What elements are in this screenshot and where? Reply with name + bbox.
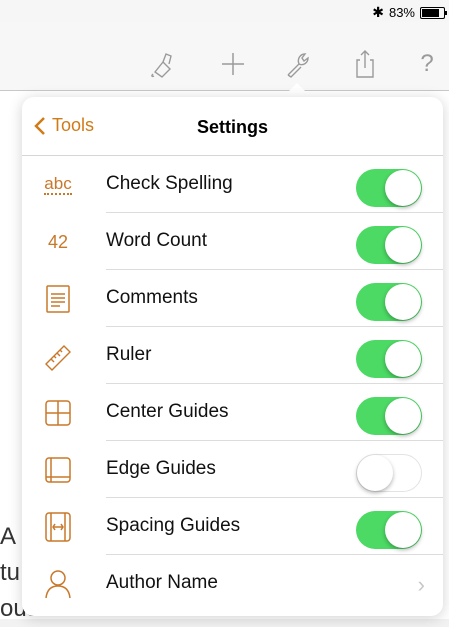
setting-label: Spacing Guides (106, 515, 241, 536)
ruler-toggle[interactable] (356, 340, 422, 378)
setting-label: Center Guides (106, 401, 229, 422)
setting-label: Check Spelling (106, 173, 233, 194)
setting-label: Author Name (106, 572, 218, 593)
person-icon (40, 566, 76, 602)
document-text-line: tu (0, 559, 21, 586)
chevron-right-icon: › (417, 572, 425, 597)
comments-icon (40, 281, 76, 317)
toolbar: ? (0, 22, 449, 91)
popover-title: Settings (196, 117, 268, 137)
setting-row-author-name[interactable]: Author Name › (22, 555, 443, 612)
setting-row-comments[interactable]: Comments (22, 270, 443, 327)
setting-row-edge-guides[interactable]: Edge Guides (22, 441, 443, 498)
spacing-guides-toggle[interactable] (356, 511, 422, 549)
status-bar: ✱ 83% (0, 0, 449, 22)
settings-popover: Tools Settings abc Check Spelling 42 Wor… (22, 97, 443, 616)
check-spelling-toggle[interactable] (356, 169, 422, 207)
paint-bucket-icon[interactable] (148, 50, 178, 78)
setting-label: Word Count (106, 230, 208, 251)
wrench-icon[interactable] (283, 50, 313, 78)
setting-row-center-guides[interactable]: Center Guides (22, 384, 443, 441)
ruler-icon (40, 338, 76, 374)
spacing-guides-icon (40, 509, 76, 545)
popover-header: Tools Settings (22, 97, 443, 156)
bluetooth-icon: ✱ (372, 4, 384, 20)
setting-row-spacing-guides[interactable]: Spacing Guides (22, 498, 443, 555)
edge-guides-toggle[interactable] (356, 454, 422, 492)
setting-label: Comments (106, 287, 198, 308)
help-icon[interactable]: ? (412, 50, 442, 78)
center-guides-toggle[interactable] (356, 397, 422, 435)
word-count-toggle[interactable] (356, 226, 422, 264)
popover-arrow (283, 83, 311, 97)
document-text-line: A (0, 523, 17, 550)
battery-icon (420, 6, 447, 19)
setting-row-word-count[interactable]: 42 Word Count (22, 213, 443, 270)
share-icon[interactable] (350, 50, 380, 78)
setting-label: Ruler (106, 344, 152, 365)
setting-row-ruler[interactable]: Ruler (22, 327, 443, 384)
word-count-icon: 42 (47, 231, 69, 252)
edge-guides-icon (40, 452, 76, 488)
setting-row-check-spelling[interactable]: abc Check Spelling (22, 156, 443, 213)
plus-icon[interactable] (218, 50, 248, 78)
abc-icon: abc (44, 174, 72, 195)
comments-toggle[interactable] (356, 283, 422, 321)
setting-label: Edge Guides (106, 458, 216, 479)
battery-percent: 83% (388, 5, 415, 20)
center-guides-icon (40, 395, 76, 431)
